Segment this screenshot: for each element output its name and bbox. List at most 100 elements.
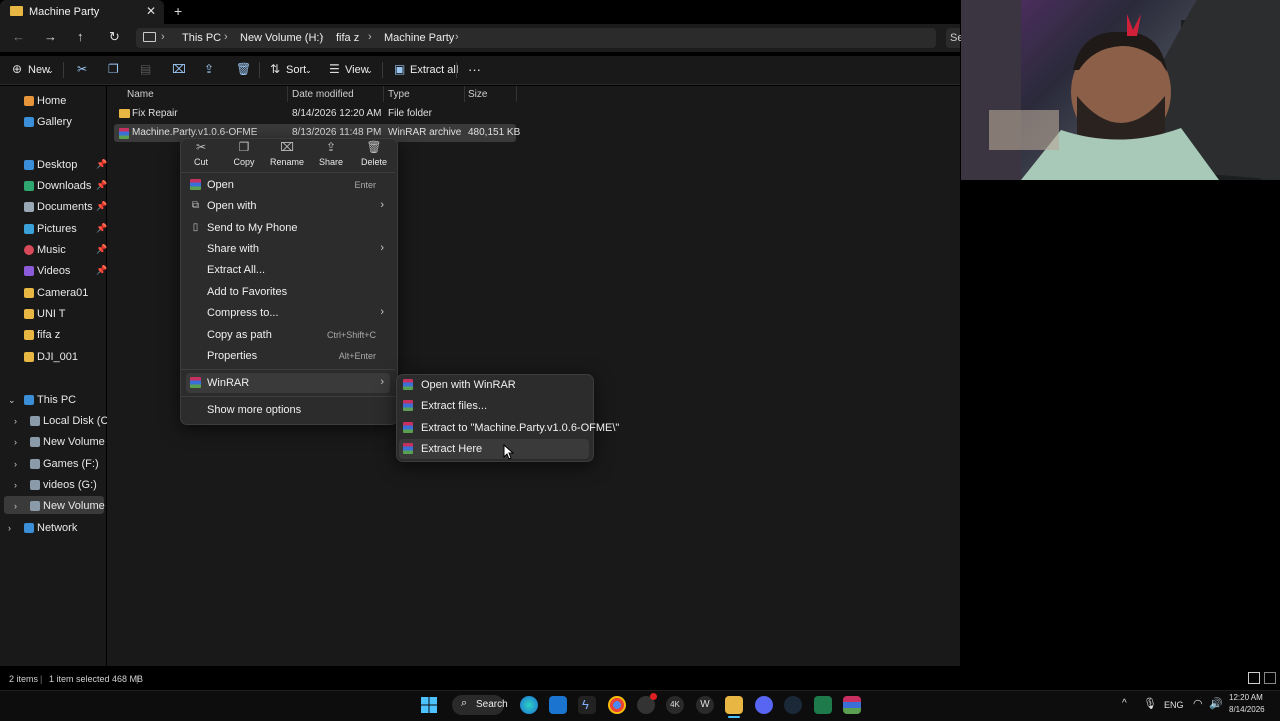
chevron-down-icon[interactable]: ⌄ [8,395,16,406]
menu-item-open-with[interactable]: ⧉ Open with › [186,196,390,216]
outlook-icon[interactable] [549,696,567,714]
menu-item-share-with[interactable]: Share with › [186,239,390,259]
sort-button[interactable]: Sort [286,64,306,76]
winrar-icon [403,400,413,411]
copy-button[interactable]: ❐ Copy [224,140,264,167]
notification-dot [650,693,657,700]
divider [259,62,260,78]
file-name: Fix Repair [132,108,178,119]
copy-icon[interactable]: ❐ [108,62,119,76]
column-header-type[interactable]: Type [388,89,410,100]
clock-date[interactable]: 8/14/2026 [1229,705,1265,714]
submenu-item-extract-to-folder[interactable]: Extract to "Machine.Party.v1.0.6-OFME\" [399,418,619,438]
menu-item-show-more-options[interactable]: Show more options [186,400,390,420]
chevron-right-icon[interactable]: › [14,501,17,511]
menu-item-extract-all[interactable]: Extract All... [186,260,390,280]
search-label: Search [476,699,508,710]
language-indicator[interactable]: ENG [1164,700,1184,710]
share-icon[interactable]: ⇪ [204,62,214,76]
sidebar-item-label: Desktop [37,159,78,171]
sidebar-item-label: Downloads [37,180,92,192]
new-tab-button[interactable]: + [174,3,182,19]
paste-icon[interactable]: ▤ [140,62,151,76]
menu-item-label: Extract to "Machine.Party.v1.0.6-OFME\" [421,422,620,434]
menu-item-compress-to[interactable]: Compress to... › [186,303,390,323]
delete-button[interactable]: 🗑 Delete [354,140,394,167]
breadcrumb-machine-party[interactable]: Machine Party [384,32,454,44]
app-icon[interactable]: W [696,696,714,714]
file-size: 480,151 KB [468,127,521,138]
sidebar-item-label: Games (F:) [43,458,99,470]
submenu-item-open-with-winrar[interactable]: Open with WinRAR [399,375,589,395]
table-row[interactable]: Fix Repair 8/14/2026 12:20 AM File folde… [114,105,516,123]
cut-button[interactable]: ✂ Cut [181,140,221,167]
folder-icon [24,309,34,319]
chevron-up-icon[interactable]: ^ [1122,698,1127,709]
menu-item-label: Open [207,179,234,191]
app-icon[interactable]: ϟ [578,696,596,714]
tab-machine-party[interactable]: Machine Party ✕ [0,0,164,24]
menu-item-copy-as-path[interactable]: Copy as path Ctrl+Shift+C [186,325,390,345]
chevron-right-icon[interactable]: › [8,523,11,533]
breadcrumb-fifa-z[interactable]: fifa z [336,32,359,44]
discord-icon[interactable] [755,696,773,714]
wifi-icon[interactable]: ◠ [1193,697,1203,710]
4k-app-icon[interactable]: 4K [666,696,684,714]
rename-button[interactable]: ⌧ Rename [267,140,307,167]
delete-icon[interactable]: 🗑 [236,62,251,76]
chevron-right-icon[interactable]: › [14,437,17,447]
divider: | [40,674,43,684]
menu-item-send-to-phone[interactable]: ▯ Send to My Phone [186,218,390,238]
edge-icon[interactable] [520,696,538,714]
chrome-icon[interactable] [608,696,626,714]
clock-time[interactable]: 12:20 AM [1229,693,1263,702]
status-bar: 2 items | 1 item selected 468 MB | [0,670,1280,688]
sidebar-item-label: Gallery [37,116,72,128]
submenu-item-extract-here[interactable]: Extract Here [399,439,589,459]
chevron-right-icon[interactable]: › [14,480,17,490]
steam-icon[interactable] [784,696,802,714]
winrar-icon[interactable] [843,696,861,714]
extract-all-button[interactable]: Extract all [410,64,458,76]
breadcrumb-new-volume-h[interactable]: New Volume (H:) [240,32,323,44]
sort-icon: ⇅ [270,62,281,76]
menu-item-properties[interactable]: Properties Alt+Enter [186,346,390,366]
up-icon[interactable]: ↑ [77,29,84,44]
forward-icon[interactable]: → [44,29,57,44]
menu-item-add-to-favorites[interactable]: Add to Favorites [186,282,390,302]
breadcrumb-this-pc[interactable]: This PC [182,32,221,44]
rename-icon[interactable]: ⌧ [172,62,186,76]
back-icon[interactable]: ← [12,29,25,44]
app-icon[interactable] [814,696,832,714]
chevron-down-icon: ⌄ [305,66,312,75]
file-explorer-icon[interactable] [725,696,743,714]
start-button[interactable] [420,696,438,714]
chevron-icon: › [368,31,372,43]
details-view-icon[interactable] [1248,672,1260,684]
chevron-right-icon[interactable]: › [14,459,17,469]
volume-icon[interactable]: 🔊 [1209,697,1223,710]
chevron-right-icon[interactable]: › [14,416,17,426]
column-header-size[interactable]: Size [468,89,487,100]
tiles-view-icon[interactable] [1264,672,1276,684]
divider [181,369,395,370]
microphone-icon[interactable]: 🎙 [1143,697,1157,710]
refresh-icon[interactable]: ↻ [109,29,120,45]
chevron-right-icon: › [380,306,384,318]
column-header-name[interactable]: Name [127,89,154,100]
close-tab-icon[interactable]: ✕ [146,4,156,18]
cut-icon[interactable]: ✂ [77,62,87,76]
drive-icon [30,437,40,447]
share-label: Share [318,157,344,167]
more-options-icon[interactable]: ··· [468,62,481,77]
share-button[interactable]: ⇪ Share [311,140,351,167]
menu-item-open[interactable]: Open Enter [186,175,390,195]
menu-item-winrar[interactable]: WinRAR › [186,373,390,393]
pin-icon: 📌 [96,244,108,254]
search-box[interactable]: Se [946,28,963,48]
column-header-date[interactable]: Date modified [292,89,354,100]
menu-item-label: Compress to... [207,307,279,319]
submenu-item-extract-files[interactable]: Extract files... [399,396,589,416]
taskbar-search-button[interactable]: ⌕ Search [452,695,508,715]
app-icon[interactable] [637,693,657,714]
